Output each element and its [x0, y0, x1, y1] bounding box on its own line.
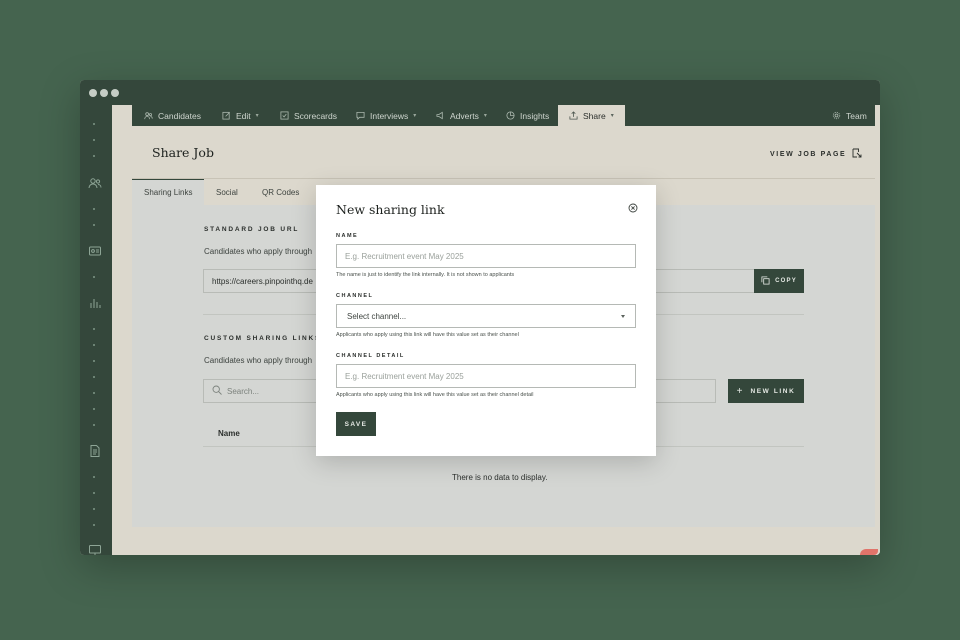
- window-maximize-dot[interactable]: [111, 89, 119, 97]
- tab-interviews[interactable]: Interviews ▾: [356, 105, 416, 126]
- sidebar-dot[interactable]: [93, 508, 95, 510]
- sidebar-dot[interactable]: [93, 208, 95, 210]
- team-label: Team: [846, 110, 867, 121]
- bar-chart-icon[interactable]: [88, 296, 102, 310]
- view-job-page-link[interactable]: VIEW JOB PAGE: [770, 148, 862, 160]
- sidebar-dot[interactable]: [93, 408, 95, 410]
- close-icon[interactable]: [628, 203, 638, 213]
- tab-adverts[interactable]: Adverts ▾: [436, 105, 487, 126]
- people-icon[interactable]: [88, 176, 102, 190]
- subtab-sharing-links[interactable]: Sharing Links: [132, 179, 205, 205]
- checkbox-icon: [280, 111, 289, 120]
- sidebar-dot[interactable]: [93, 328, 95, 330]
- job-nav-bar: Candidates Edit ▾ Scorecards Interviews …: [132, 105, 875, 126]
- help-widget-tab[interactable]: [860, 549, 878, 555]
- sidebar-dot[interactable]: [93, 123, 95, 125]
- tab-insights[interactable]: Insights: [506, 105, 549, 126]
- share-icon: [569, 111, 578, 120]
- chevron-down-icon: ▾: [255, 113, 259, 119]
- copy-button[interactable]: COPY: [754, 269, 804, 293]
- chevron-down-icon: ▾: [413, 113, 417, 119]
- edit-icon: [222, 111, 231, 120]
- gear-icon: [832, 111, 841, 120]
- window-minimize-dot[interactable]: [100, 89, 108, 97]
- sidebar-dot[interactable]: [93, 476, 95, 478]
- window-titlebar: [80, 80, 880, 105]
- megaphone-icon: [436, 111, 445, 120]
- people-icon: [144, 111, 153, 120]
- tab-share[interactable]: Share ▾: [558, 105, 625, 126]
- custom-links-description: Candidates who apply through: [204, 356, 313, 365]
- tab-label: Insights: [520, 110, 550, 121]
- tab-label: Scorecards: [294, 110, 337, 121]
- save-button[interactable]: SAVE: [336, 412, 376, 436]
- tab-label: Interviews: [370, 110, 409, 121]
- sidebar-dot[interactable]: [93, 424, 95, 426]
- channel-detail-field[interactable]: E.g. Recruitment event May 2025: [336, 364, 636, 388]
- tab-edit[interactable]: Edit ▾: [222, 105, 259, 126]
- search-placeholder: Search...: [227, 386, 260, 396]
- tab-label: Candidates: [158, 110, 202, 121]
- sidebar-dot[interactable]: [93, 360, 95, 362]
- channel-select-value: Select channel...: [347, 311, 407, 321]
- chevron-down-icon: ▾: [610, 113, 614, 119]
- subtab-qr-codes[interactable]: QR Codes: [250, 179, 311, 205]
- name-label: NAME: [336, 233, 359, 239]
- channel-detail-placeholder: E.g. Recruitment event May 2025: [345, 371, 464, 381]
- tab-label: Adverts: [450, 110, 479, 121]
- sidebar-dot[interactable]: [93, 224, 95, 226]
- tab-label: Share: [583, 110, 606, 121]
- pie-chart-icon: [506, 111, 515, 120]
- caret-down-icon: [621, 315, 625, 318]
- plus-icon: +: [736, 385, 743, 397]
- monitor-icon[interactable]: [88, 543, 102, 555]
- view-job-label: VIEW JOB PAGE: [770, 150, 847, 158]
- name-help-text: The name is just to identify the link in…: [336, 272, 515, 278]
- sidebar-dot[interactable]: [93, 276, 95, 278]
- standard-url-value: https://careers.pinpointhq.de: [212, 276, 313, 286]
- sidebar-dot[interactable]: [93, 344, 95, 346]
- sidebar-dot[interactable]: [93, 524, 95, 526]
- copy-icon: [761, 275, 770, 287]
- channel-select[interactable]: Select channel...: [336, 304, 636, 328]
- sidebar-dot[interactable]: [93, 392, 95, 394]
- page-footer-area: [132, 527, 875, 555]
- channel-detail-label: CHANNEL DETAIL: [336, 353, 405, 359]
- sidebar-dot[interactable]: [93, 492, 95, 494]
- window-close-dot[interactable]: [89, 89, 97, 97]
- subtab-social[interactable]: Social: [204, 179, 250, 205]
- new-sharing-link-modal: New sharing link NAME E.g. Recruitment e…: [316, 185, 656, 456]
- standard-url-title: STANDARD JOB URL: [204, 226, 300, 233]
- channel-detail-help-text: Applicants who apply using this link wil…: [336, 392, 534, 398]
- empty-state-text: There is no data to display.: [452, 473, 548, 482]
- modal-title: New sharing link: [336, 202, 445, 217]
- sidebar-dot[interactable]: [93, 139, 95, 141]
- sidebar-dot[interactable]: [93, 155, 95, 157]
- copy-label: COPY: [775, 278, 797, 284]
- scrollbar-track[interactable]: [875, 105, 880, 555]
- chat-icon: [356, 111, 365, 120]
- tab-candidates[interactable]: Candidates: [144, 105, 201, 126]
- external-link-icon: [852, 148, 862, 160]
- tab-label: Edit: [236, 110, 251, 121]
- id-card-icon[interactable]: [88, 244, 102, 258]
- new-link-label: NEW LINK: [750, 387, 796, 395]
- column-header-name[interactable]: Name: [218, 429, 240, 438]
- document-icon[interactable]: [88, 444, 102, 458]
- tab-scorecards[interactable]: Scorecards: [280, 105, 337, 126]
- left-sidebar: [80, 105, 112, 555]
- name-field[interactable]: E.g. Recruitment event May 2025: [336, 244, 636, 268]
- channel-help-text: Applicants who apply using this link wil…: [336, 332, 519, 338]
- name-placeholder: E.g. Recruitment event May 2025: [345, 251, 464, 261]
- custom-links-title: CUSTOM SHARING LINKS: [204, 335, 322, 342]
- search-icon: [212, 385, 222, 397]
- sidebar-dot[interactable]: [93, 376, 95, 378]
- page-title: Share Job: [152, 145, 214, 160]
- team-link[interactable]: Team: [832, 105, 867, 126]
- standard-url-description: Candidates who apply through: [204, 247, 313, 256]
- new-link-button[interactable]: + NEW LINK: [728, 379, 804, 403]
- channel-label: CHANNEL: [336, 293, 374, 299]
- chevron-down-icon: ▾: [483, 113, 487, 119]
